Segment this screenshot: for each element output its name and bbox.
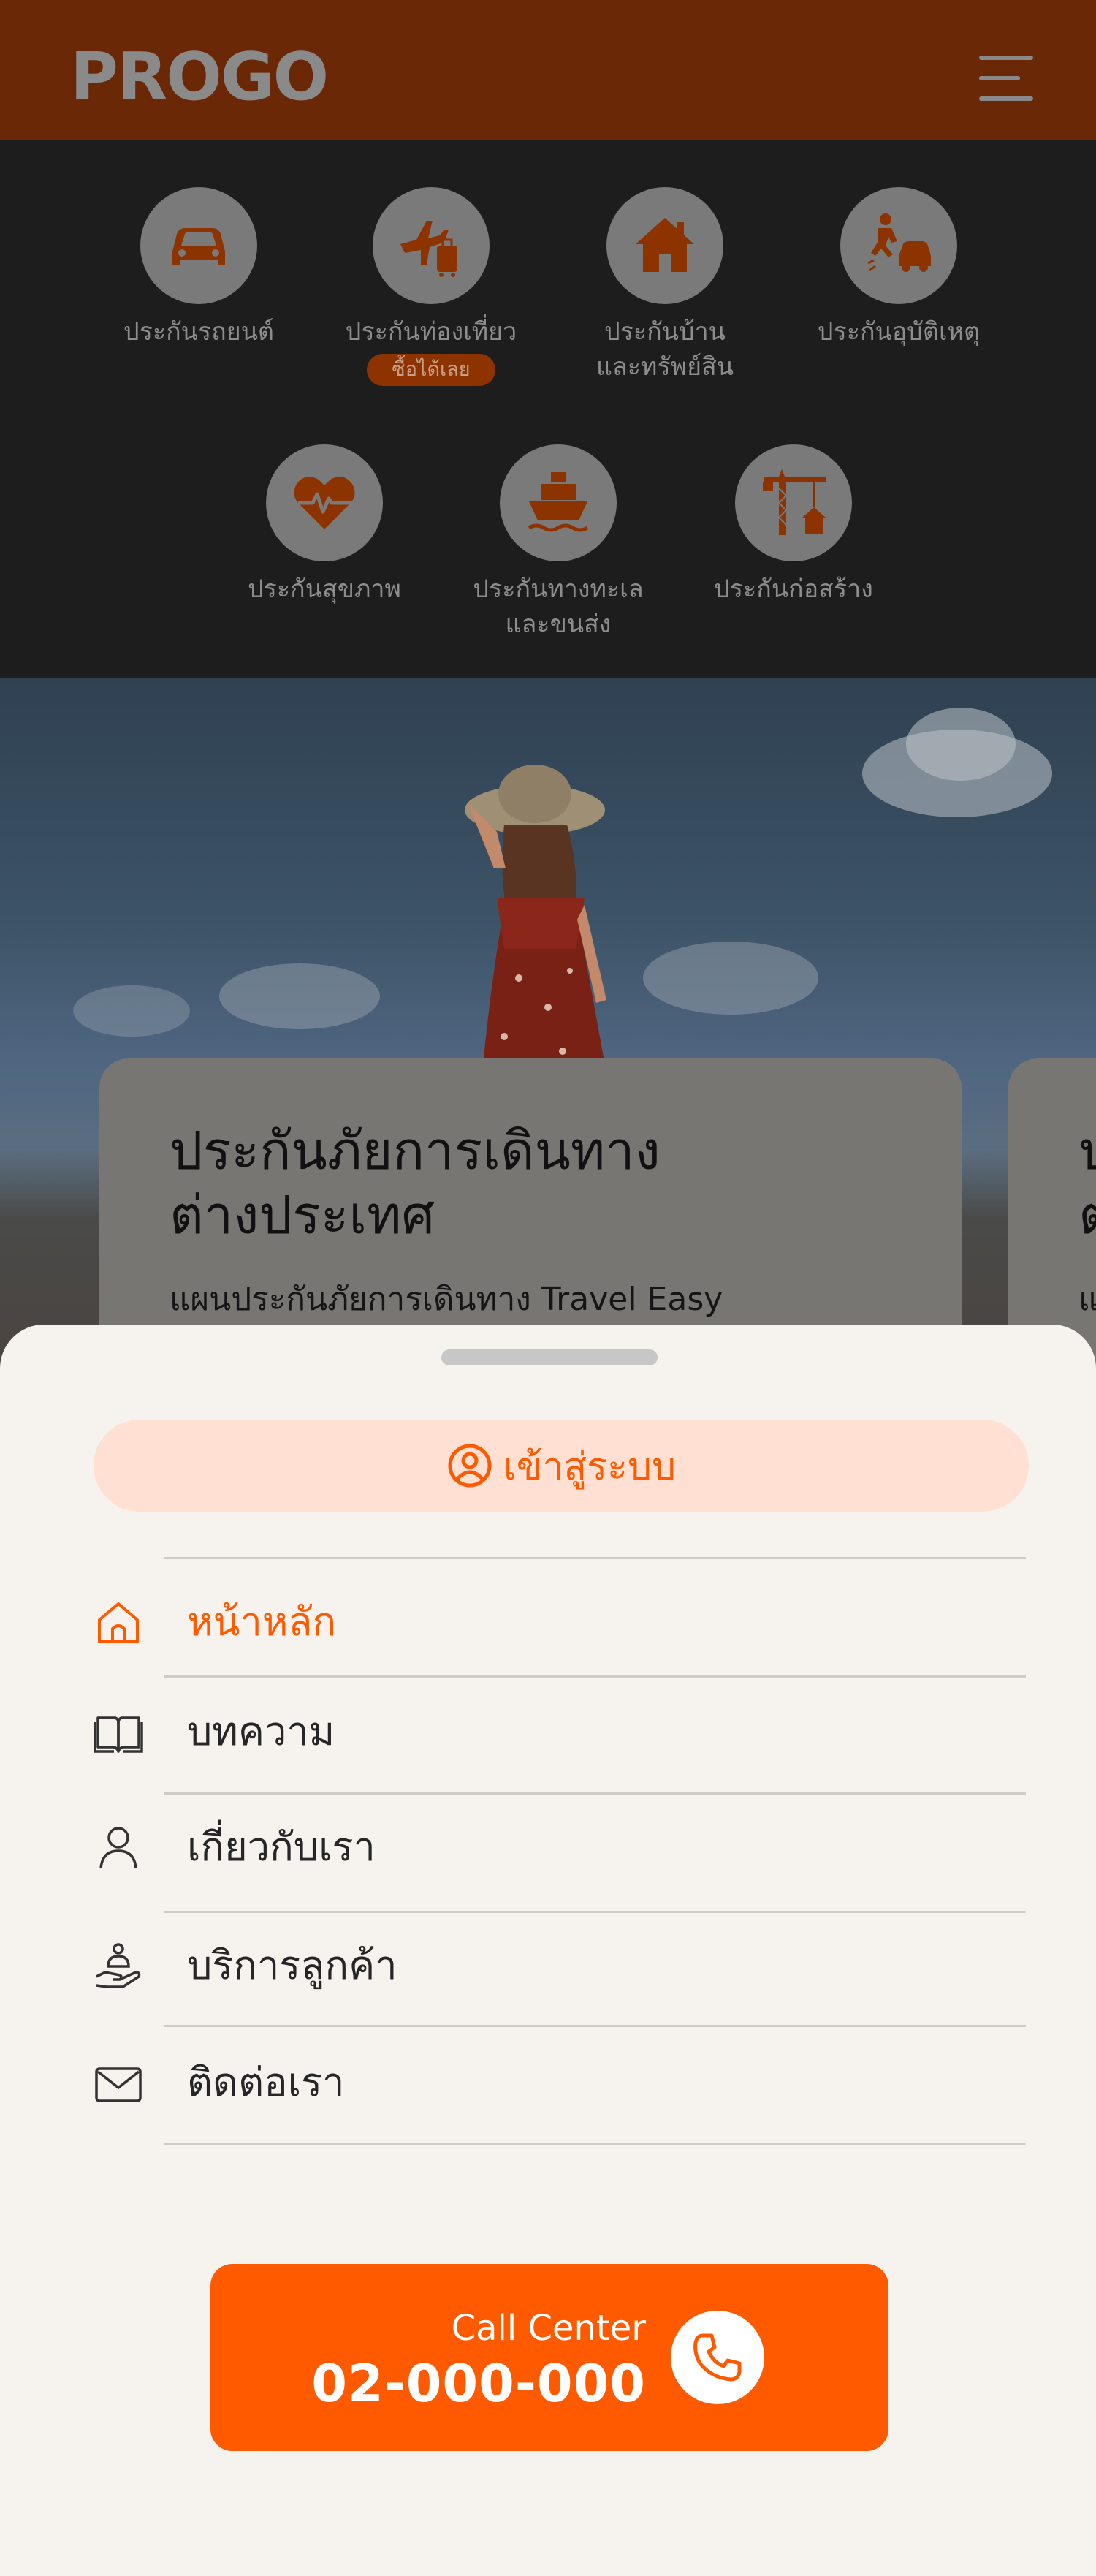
hero-banner: ประกันภัยการเดินทาง ต่างประเทศ แผนประกัน… xyxy=(0,678,1096,1373)
card-title-line: ต่างประเทศ xyxy=(170,1184,435,1246)
category-label: ประกันก่อสร้าง xyxy=(714,575,873,604)
progo-logo[interactable]: PROGO xyxy=(70,41,329,114)
construction-crane-icon xyxy=(735,444,852,561)
category-label: ประกันสุขภาพ xyxy=(248,575,401,604)
call-center-button[interactable]: Call Center 02-000-000 xyxy=(210,2264,888,2451)
home-icon xyxy=(98,1602,139,1643)
cloud-decoration xyxy=(73,985,190,1037)
hand-service-icon xyxy=(96,1943,141,1988)
menu-item-customer-service[interactable]: บริการลูกค้า xyxy=(0,1912,1096,2029)
category-label: ประกันอุบัติเหตุ xyxy=(817,317,981,346)
menu-bottom-sheet: เข้าสู่ระบบ หน้าหลัก บทความ เกี่ยวกับเรา xyxy=(0,1325,1096,2576)
phone-icon xyxy=(671,2311,764,2404)
accident-icon xyxy=(840,187,957,304)
menu-divider xyxy=(164,2143,1026,2145)
insurance-category-grid: ประกันรถยนต์ ประกันท่องเที่ยว ซื้อได้เลย… xyxy=(0,140,1096,678)
login-button[interactable]: เข้าสู่ระบบ xyxy=(94,1420,1029,1512)
card-title-line: ประกันภัยการเดินทาง xyxy=(170,1120,661,1181)
car-icon xyxy=(140,187,257,304)
menu-label: บริการลูกค้า xyxy=(187,1942,397,1988)
card-title: ประกันภัยการเดินทาง ต่างประเทศ xyxy=(170,1118,661,1247)
category-label: ประกันรถยนต์ xyxy=(123,317,275,346)
hamburger-icon[interactable] xyxy=(979,53,1036,102)
heart-pulse-icon xyxy=(266,444,383,561)
category-construction[interactable]: ประกันก่อสร้าง xyxy=(684,444,903,607)
card-subtitle: แผนประกันภัยการเดินทาง Travel Easy xyxy=(170,1281,723,1318)
call-center-number: 02-000-000 xyxy=(311,2354,646,2414)
login-label: เข้าสู่ระบบ xyxy=(503,1444,677,1489)
book-open-icon xyxy=(94,1716,143,1753)
menu-item-articles[interactable]: บทความ xyxy=(0,1677,1096,1794)
menu-label: บทความ xyxy=(187,1708,335,1754)
ship-icon xyxy=(500,444,617,561)
user-icon xyxy=(99,1827,137,1869)
card-title-line: ป xyxy=(1078,1120,1096,1181)
category-label: ประกันบ้าน และทรัพย์สิน xyxy=(595,317,734,382)
top-header: PROGO xyxy=(0,0,1096,140)
mail-icon xyxy=(95,2067,142,2102)
travel-plane-luggage-icon xyxy=(373,187,490,304)
category-car[interactable]: ประกันรถยนต์ xyxy=(89,187,308,349)
menu-item-about[interactable]: เกี่ยวกับเรา xyxy=(0,1794,1096,1911)
card-subtitle: แ xyxy=(1078,1281,1096,1318)
menu-item-home[interactable]: หน้าหลัก xyxy=(0,1558,1096,1675)
menu-label: เกี่ยวกับเรา xyxy=(187,1824,376,1870)
menu-item-contact[interactable]: ติดต่อเรา xyxy=(0,2026,1096,2143)
category-health[interactable]: ประกันสุขภาพ xyxy=(215,444,434,607)
cloud-decoration xyxy=(219,963,380,1029)
category-label: ประกันท่องเที่ยว xyxy=(345,317,517,346)
category-travel[interactable]: ประกันท่องเที่ยว ซื้อได้เลย xyxy=(321,187,541,386)
menu-label: ติดต่อเรา xyxy=(187,2059,345,2105)
category-accident[interactable]: ประกันอุบัติเหตุ xyxy=(789,187,1008,349)
category-home[interactable]: ประกันบ้าน และทรัพย์สิน xyxy=(555,187,775,384)
card-title-line: ต xyxy=(1078,1184,1096,1246)
category-label: ประกันทางทะเล และขนส่ง xyxy=(473,575,644,639)
user-circle-icon xyxy=(448,1444,492,1488)
category-marine[interactable]: ประกันทางทะเล และขนส่ง xyxy=(449,444,668,642)
cloud-decoration xyxy=(906,708,1016,781)
sheet-drag-handle[interactable] xyxy=(441,1349,658,1365)
house-icon xyxy=(606,187,723,304)
menu-label: หน้าหลัก xyxy=(187,1599,337,1645)
card-title: ป ต xyxy=(1078,1118,1096,1247)
buy-now-badge[interactable]: ซื้อได้เลย xyxy=(367,354,495,386)
call-center-label: Call Center xyxy=(451,2308,646,2349)
